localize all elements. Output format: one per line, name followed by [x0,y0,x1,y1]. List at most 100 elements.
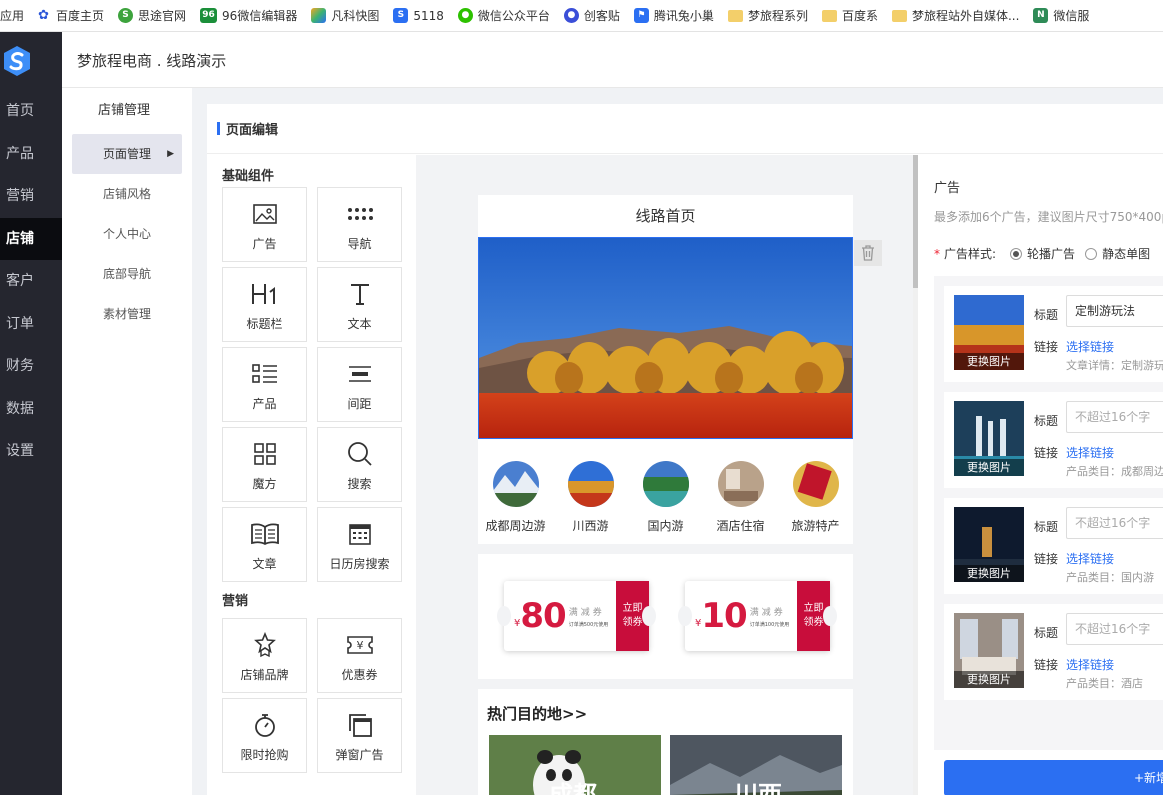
delete-block-button[interactable] [854,240,882,266]
sidebar-item-orders[interactable]: 订单 [0,303,62,346]
destination-label: 川西 [734,781,782,795]
bookmark-wechat[interactable]: ● 微信公众平台 [457,7,550,24]
component-nav[interactable]: 导航 [317,187,402,262]
change-image-button[interactable]: 更换图片 [954,671,1024,688]
component-label: 搜索 [347,477,372,491]
bookmark-folder-2[interactable]: 百度系 [821,7,878,24]
nav-item-image [792,461,839,507]
app-logo[interactable] [0,32,62,90]
ad-title-input[interactable]: 定制游玩法 [1066,295,1163,327]
ad-title-input[interactable]: 不超过16个字 [1066,613,1163,645]
nav-item-hotel[interactable]: 酒店住宿 [705,461,777,544]
radio-static[interactable] [1085,247,1098,260]
bookmark-folder-3[interactable]: 梦旅程站外自媒体... [891,7,1019,24]
props-title: 广告 [934,181,961,196]
bookmark-chuangketie[interactable]: ● 创客贴 [563,7,620,24]
coupon-card[interactable]: ¥ 80 满减券 订单满500元使用 立即 领券 [497,581,656,651]
subnav-item-materials[interactable]: 素材管理 [72,294,182,334]
component-label: 间距 [347,397,372,411]
nav-item-specialty[interactable]: 旅游特产 [780,461,852,544]
cube-grid-icon [250,440,280,468]
nav-item-domestic[interactable]: 国内游 [630,461,702,544]
coupon-icon: ¥ [345,631,375,659]
coupon-notch [642,606,656,626]
ad-thumbnail[interactable]: 更换图片 [954,295,1024,370]
sidebar-item-products[interactable]: 产品 [0,133,62,176]
nav-item-chuanxi[interactable]: 川西游 [555,461,627,544]
ad-thumbnail[interactable]: 更换图片 [954,401,1024,476]
component-product[interactable]: 产品 [222,347,307,422]
sidebar-item-data[interactable]: 数据 [0,388,62,431]
component-flash-sale[interactable]: 限时抢购 [222,698,307,773]
flag-icon: ⚑ [633,8,649,23]
subnav-item-page-management[interactable]: 页面管理 ▶ [72,134,182,174]
radio-label[interactable]: 轮播广告 [1027,245,1075,262]
select-link-button[interactable]: 选择链接 [1066,550,1114,567]
hot-destinations-title[interactable]: 热门目的地>> [478,689,853,724]
change-image-button[interactable]: 更换图片 [954,353,1024,370]
bookmark-96[interactable]: 96 96微信编辑器 [200,7,297,24]
popup-icon [345,711,375,739]
ad-thumbnail[interactable]: 更换图片 [954,613,1024,688]
component-coupon[interactable]: ¥ 优惠券 [317,618,402,693]
sidebar-item-settings[interactable]: 设置 [0,430,62,473]
sidebar-item-finance[interactable]: 财务 [0,345,62,388]
ad-title-input[interactable]: 不超过16个字 [1066,507,1163,539]
change-image-button[interactable]: 更换图片 [954,459,1024,476]
nav-item-chengdu-nearby[interactable]: 成都周边游 [480,461,552,544]
subnav-item-bottom-nav[interactable]: 底部导航 [72,254,182,294]
select-link-button[interactable]: 选择链接 [1066,338,1114,355]
coupon-action-text: 领券 [622,617,643,628]
component-popup-ad[interactable]: 弹窗广告 [317,698,402,773]
bookmark-apps[interactable]: 应用 [0,7,24,24]
component-label: 店铺品牌 [240,668,289,682]
caret-right-icon: ▶ [167,149,174,159]
component-calendar-search[interactable]: 日历房搜索 [317,507,402,582]
coupon-condition: 订单满100元使用 [749,621,790,628]
component-cube[interactable]: 魔方 [222,427,307,502]
bookmark-fanke[interactable]: 凡科快图 [311,7,379,24]
bookmark-folder-1[interactable]: 梦旅程系列 [727,7,808,24]
destination-card-chuanxi[interactable]: 川西 [670,735,842,795]
image-icon [250,200,280,228]
sidebar-item-home[interactable]: 首页 [0,90,62,133]
banner-ad-block[interactable] [478,237,853,439]
radio-label[interactable]: 静态单图 [1102,245,1150,262]
component-ad[interactable]: 广告 [222,187,307,262]
select-link-button[interactable]: 选择链接 [1066,444,1114,461]
component-label: 标题栏 [246,317,283,331]
coupon-card[interactable]: ¥ 10 满减券 订单满100元使用 立即 领券 [678,581,837,651]
app-title: 梦旅程电商 . 线路演示 [77,52,227,70]
folder-icon [891,9,907,22]
bookmark-wechat-service[interactable]: N 微信服 [1033,7,1089,24]
coupon-notch [823,606,837,626]
subnav-item-personal-center[interactable]: 个人中心 [72,214,182,254]
component-store-brand[interactable]: 店铺品牌 [222,618,307,693]
bookmark-tencent[interactable]: ⚑ 腾讯兔小巢 [633,7,714,24]
select-link-button[interactable]: 选择链接 [1066,656,1114,673]
ad-title-input[interactable]: 不超过16个字 [1066,401,1163,433]
component-text[interactable]: 文本 [317,267,402,342]
ad-thumbnail[interactable]: 更换图片 [954,507,1024,582]
component-heading[interactable]: 标题栏 [222,267,307,342]
nav-item-image [567,461,614,507]
sidebar-item-marketing[interactable]: 营销 [0,175,62,218]
calendar-icon [345,520,375,548]
bookmark-situ[interactable]: S 思途官网 [118,7,186,24]
component-label: 日历房搜索 [329,557,390,571]
subnav-item-store-style[interactable]: 店铺风格 [72,174,182,214]
add-ad-button[interactable]: +新增 [944,760,1163,795]
component-spacing[interactable]: 间距 [317,347,402,422]
sidebar-item-store[interactable]: 店铺 [0,217,62,260]
component-article[interactable]: 文章 [222,507,307,582]
sidebar-item-customers[interactable]: 客户 [0,260,62,303]
change-image-button[interactable]: 更换图片 [954,565,1024,582]
dots-grid-icon [345,200,375,228]
component-search[interactable]: 搜索 [317,427,402,502]
radio-carousel[interactable] [1010,247,1023,260]
bookmark-baidu[interactable]: ✿ 百度主页 [36,7,104,24]
search-icon [345,440,375,468]
bookmark-5118[interactable]: S 5118 [393,8,444,23]
destination-card-chengdu[interactable]: 成都 [489,735,661,795]
ad-item: 更换图片 标题 不超过16个字 链接 选择链接 产品类目：成都周边游 [944,392,1163,488]
